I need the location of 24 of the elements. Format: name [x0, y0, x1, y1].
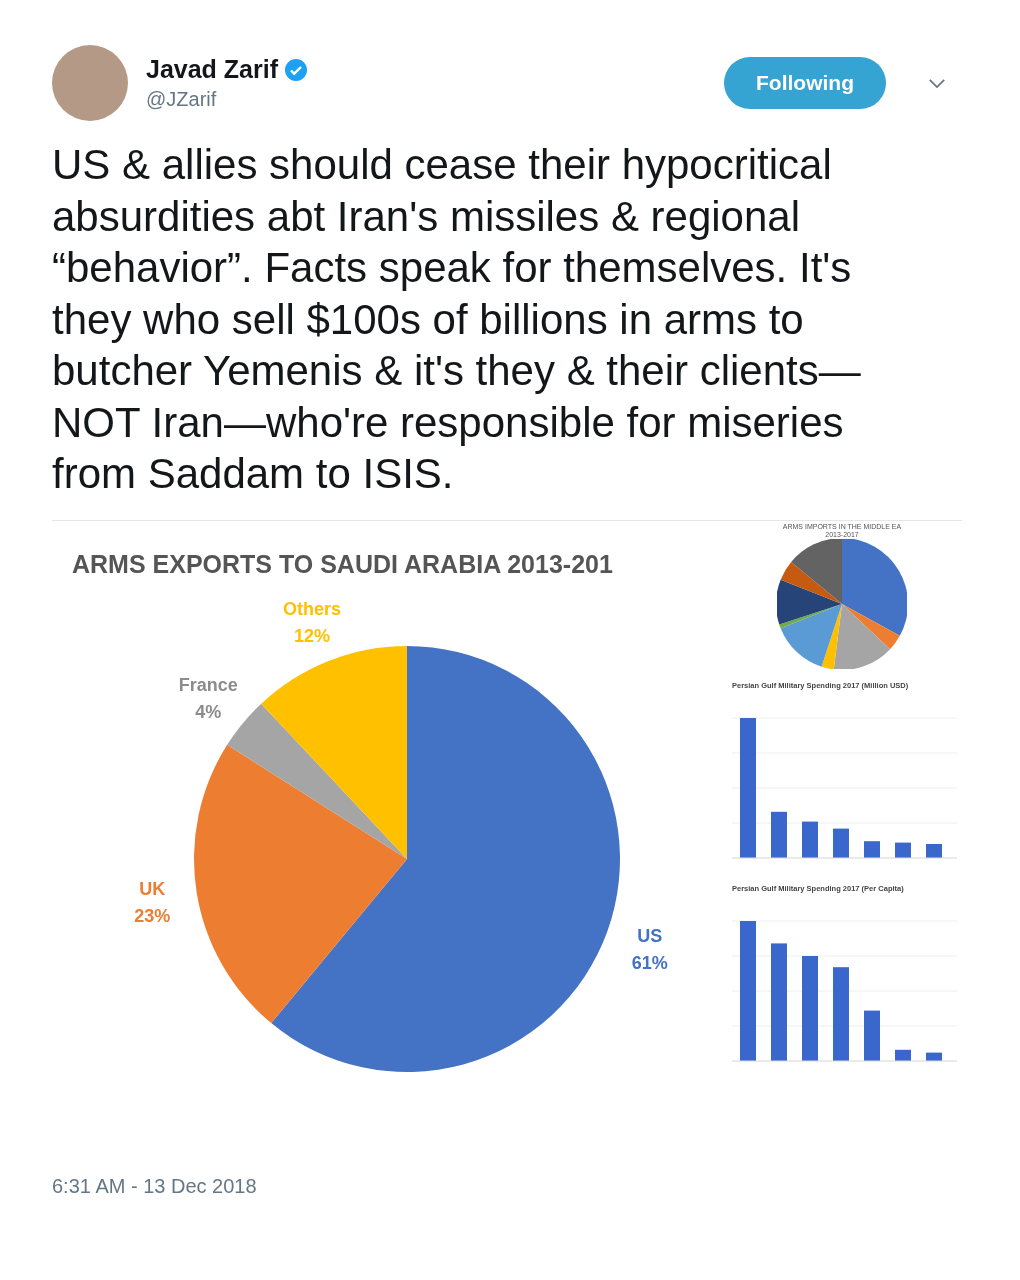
inset-bar	[864, 1010, 880, 1061]
inset-bar	[864, 840, 880, 858]
slice-label: US	[637, 925, 663, 946]
inset-bar	[926, 1052, 942, 1061]
inset-bar	[895, 1049, 911, 1061]
chart-title: ARMS EXPORTS TO SAUDI ARABIA 2013-201	[72, 549, 613, 578]
inset-bar	[833, 828, 849, 858]
following-button[interactable]: Following	[724, 57, 886, 109]
slice-label: UK	[139, 878, 166, 899]
chevron-down-icon[interactable]	[928, 77, 946, 89]
slice-value: 12%	[294, 625, 331, 646]
author-name[interactable]: Javad Zarif	[146, 55, 278, 84]
slice-value: 23%	[134, 905, 171, 926]
inset-bar	[926, 843, 942, 858]
inset-bar	[802, 821, 818, 858]
tweet-text: US & allies should cease their hypocritical absurdities abt Iran's missiles & regional “behavior”. Facts speak for themselves. It's they who sell $100s of billions in arms to butcher Yemenis & it's they & their clients—NOT Iran—who're responsible for miseries from Saddam to ISIS.	[52, 140, 862, 499]
slice-label: Others	[283, 598, 342, 619]
author-handle[interactable]: @JZarif	[146, 88, 706, 111]
slice-value: 4%	[195, 701, 222, 722]
inset-bar	[771, 811, 787, 858]
timestamp[interactable]: 6:31 AM - 13 Dec 2018	[52, 1174, 257, 1198]
slice-value: 61%	[631, 952, 668, 973]
inset-bar	[895, 842, 911, 858]
slice-label: France	[178, 674, 238, 695]
